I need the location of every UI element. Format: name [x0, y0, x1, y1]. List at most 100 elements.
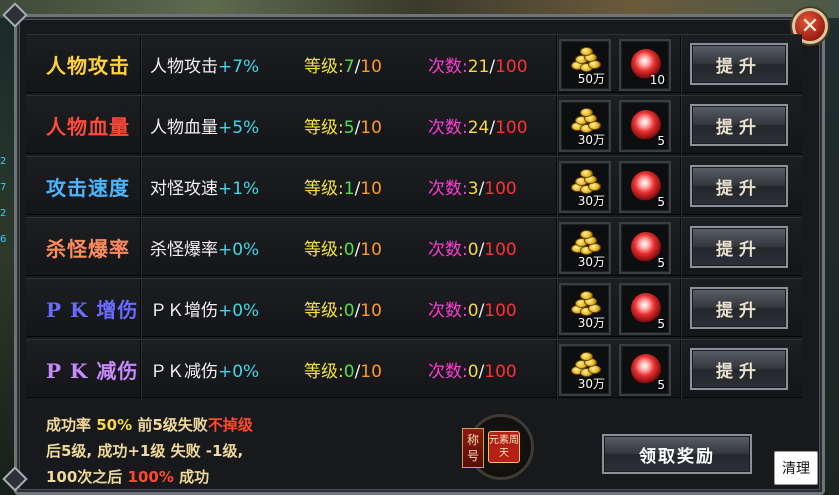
bonus-name: ＰＫ减伤 [150, 362, 218, 382]
upgrade-button[interactable]: 提升 [690, 43, 788, 85]
row-divider [556, 157, 558, 216]
attribute-bonus: 对怪攻速+1% [150, 174, 259, 199]
gold-cost-slot[interactable]: 30万 [559, 161, 611, 213]
level-label: 等级: [304, 362, 344, 382]
count-current: 24 [467, 118, 490, 138]
level-label: 等级: [304, 57, 344, 77]
attribute-title: P K 增伤 [46, 298, 139, 322]
attribute-count: 次数:3/100 [428, 174, 517, 199]
attribute-row: 人物血量 人物血量+5% 等级:5/10 次数:24/100 30万 5 提升 [26, 95, 802, 155]
row-divider [556, 218, 558, 277]
level-max: 10 [360, 362, 382, 382]
row-divider [680, 340, 682, 399]
count-max: 100 [484, 179, 517, 199]
attribute-level: 等级:7/10 [304, 52, 382, 77]
bonus-name: 人物血量 [150, 118, 218, 138]
attribute-title: P K 减伤 [46, 359, 139, 383]
row-divider [140, 279, 142, 338]
row-divider [556, 35, 558, 94]
gem-cost-slot[interactable]: 5 [619, 100, 671, 152]
clean-button[interactable]: 清理 [774, 451, 818, 485]
attribute-row: 攻击速度 对怪攻速+1% 等级:1/10 次数:3/100 30万 5 提升 [26, 156, 802, 216]
bonus-name: 人物攻击 [150, 57, 218, 77]
level-current: 5 [343, 118, 355, 138]
row-divider [140, 96, 142, 155]
count-max: 100 [484, 240, 517, 260]
attribute-count: 次数:0/100 [428, 296, 517, 321]
gold-cost-slot[interactable]: 30万 [559, 222, 611, 274]
count-max: 100 [484, 362, 517, 382]
rule-text: 100次之后 [46, 468, 128, 486]
attribute-level: 等级:1/10 [304, 174, 382, 199]
gold-cost-amount: 30万 [577, 316, 605, 330]
upgrade-button[interactable]: 提升 [690, 165, 788, 207]
upgrade-button[interactable]: 提升 [690, 226, 788, 268]
count-label: 次数: [428, 57, 468, 77]
count-max: 100 [484, 301, 517, 321]
gem-cost-slot[interactable]: 10 [619, 39, 671, 91]
rule-line-2: 后5级, 成功+1级 失败 -1级, [46, 442, 244, 460]
side-number: 2 [0, 156, 7, 167]
count-max: 100 [495, 118, 528, 138]
count-label: 次数: [428, 362, 468, 382]
attribute-title: 攻击速度 [46, 176, 130, 200]
gem-cost-slot[interactable]: 5 [619, 344, 671, 396]
attribute-title: 人物攻击 [46, 54, 130, 78]
badge-tag: 称号 [462, 428, 484, 468]
level-current: 0 [343, 301, 355, 321]
gem-cost-amount: 5 [657, 317, 665, 331]
rule-line-3: 100次之后 100% 成功 [46, 464, 253, 490]
row-divider [680, 35, 682, 94]
bonus-percent: +7% [218, 57, 260, 77]
attribute-count: 次数:21/100 [428, 52, 528, 77]
rule-highlight: 不掉级 [207, 416, 253, 434]
gold-cost-slot[interactable]: 50万 [559, 39, 611, 91]
level-label: 等级: [304, 118, 344, 138]
gold-cost-slot[interactable]: 30万 [559, 100, 611, 152]
level-max: 10 [360, 240, 382, 260]
gem-cost-slot[interactable]: 5 [619, 222, 671, 274]
level-max: 10 [360, 118, 382, 138]
rule-text: 成功 [173, 468, 210, 486]
gem-cost-amount: 5 [657, 134, 665, 148]
bonus-name: 对怪攻速 [150, 179, 218, 199]
attribute-bonus: 人物攻击+7% [150, 52, 259, 77]
bonus-percent: +0% [218, 240, 260, 260]
attribute-count: 次数:0/100 [428, 357, 517, 382]
row-divider [556, 96, 558, 155]
count-current: 3 [467, 179, 479, 199]
claim-reward-button[interactable]: 领取奖励 [602, 434, 752, 474]
level-current: 0 [343, 240, 355, 260]
level-max: 10 [360, 301, 382, 321]
attribute-count: 次数:0/100 [428, 235, 517, 260]
gold-cost-slot[interactable]: 30万 [559, 344, 611, 396]
gold-cost-amount: 50万 [577, 72, 605, 86]
level-label: 等级: [304, 240, 344, 260]
rule-highlight: 100% [127, 468, 174, 486]
title-badge[interactable]: 称号 元素周天 [462, 414, 540, 480]
attribute-row: P K 增伤 ＰＫ增伤+0% 等级:0/10 次数:0/100 30万 5 提升 [26, 278, 802, 338]
count-label: 次数: [428, 240, 468, 260]
gem-cost-slot[interactable]: 5 [619, 161, 671, 213]
count-max: 100 [495, 57, 528, 77]
side-number: 2 [0, 208, 7, 219]
count-label: 次数: [428, 118, 468, 138]
upgrade-button[interactable]: 提升 [690, 104, 788, 146]
attribute-count: 次数:24/100 [428, 113, 528, 138]
success-rate: 50% [96, 416, 133, 434]
upgrade-button[interactable]: 提升 [690, 287, 788, 329]
gold-cost-slot[interactable]: 30万 [559, 283, 611, 335]
level-label: 等级: [304, 179, 344, 199]
level-max: 10 [360, 179, 382, 199]
gem-cost-amount: 5 [657, 195, 665, 209]
level-label: 等级: [304, 301, 344, 321]
gold-cost-amount: 30万 [577, 255, 605, 269]
attribute-level: 等级:5/10 [304, 113, 382, 138]
gem-cost-slot[interactable]: 5 [619, 283, 671, 335]
bonus-percent: +1% [218, 179, 260, 199]
row-divider [680, 96, 682, 155]
upgrade-button[interactable]: 提升 [690, 348, 788, 390]
row-divider [556, 279, 558, 338]
row-divider [556, 340, 558, 399]
count-current: 0 [467, 240, 479, 260]
